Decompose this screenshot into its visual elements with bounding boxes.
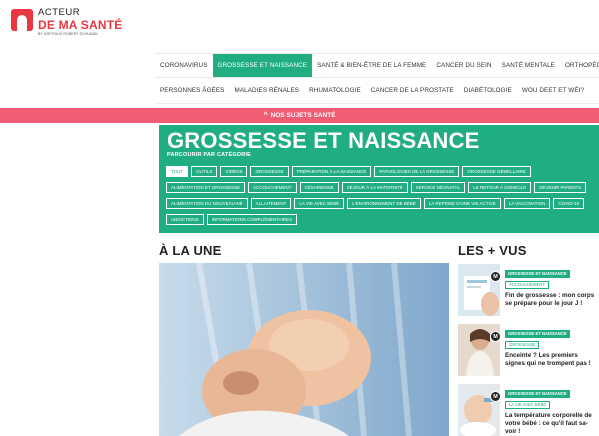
featured-heading: À LA UNE bbox=[159, 243, 222, 258]
logo-line-2: DE MA SANTÉ bbox=[38, 17, 123, 32]
nav-item-grossesse[interactable]: GROSSESSE ET NAISSANCE bbox=[212, 54, 313, 77]
filter-chip[interactable]: LA REPRISE D'UNE VIE ACTIVE bbox=[423, 198, 501, 209]
featured-article-image[interactable] bbox=[159, 263, 449, 436]
filter-chip[interactable]: COVID-19 bbox=[553, 198, 585, 209]
brand-m-icon: M bbox=[490, 271, 501, 282]
secondary-nav: PERSONNES ÂGÉES MALADIES RÉNALES RHUMATO… bbox=[155, 78, 599, 104]
nav-item-rhumatologie[interactable]: RHUMATOLOGIE bbox=[304, 87, 366, 94]
article-title[interactable]: La température corporelle de votre bébé … bbox=[505, 412, 597, 436]
filter-chip[interactable]: LA VIE AVEC BÉBÉ bbox=[294, 198, 345, 209]
article-subcategory[interactable]: GROSSESSE bbox=[505, 341, 540, 349]
popular-heading: LES + VUS bbox=[458, 243, 527, 258]
logo-line-3: BY HÔPITAUX ROBERT SCHUMAN bbox=[38, 31, 98, 36]
filter-chip[interactable]: ADDICTIONS bbox=[166, 214, 204, 225]
filter-chip[interactable]: OUTILS bbox=[191, 166, 218, 177]
nav-item-cancer-prostate[interactable]: CANCER DE LA PROSTATE bbox=[366, 87, 459, 94]
nav-item-maladies-renales[interactable]: MALADIES RÉNALES bbox=[230, 87, 305, 94]
logo-text: ACTEUR DE MA SANTÉ BY HÔPITAUX ROBERT SC… bbox=[38, 8, 122, 36]
filter-chip[interactable]: LA VACCINATION bbox=[503, 198, 551, 209]
filter-chip[interactable]: ACCOUCHEMENT bbox=[248, 182, 297, 193]
nav-item-cancer-sein[interactable]: CANCER DU SEIN bbox=[431, 54, 496, 77]
article-title[interactable]: Fin de grossesse : mon corps se prépare … bbox=[505, 292, 597, 308]
filter-chip[interactable]: CÉSARIENNE bbox=[299, 182, 339, 193]
article-category[interactable]: GROSSESSE ET NAISSANCE bbox=[505, 390, 570, 398]
filter-chip[interactable]: SÉJOUR À LA MATERNITÉ bbox=[341, 182, 408, 193]
article-category[interactable]: GROSSESSE ET NAISSANCE bbox=[505, 270, 570, 278]
nav-item-orthopedie[interactable]: ORTHOPÉDIE bbox=[560, 54, 599, 77]
nav-item-coronavirus[interactable]: CORONAVIRUS bbox=[155, 54, 213, 77]
filter-chip[interactable]: SERVICE NÉONATAL bbox=[410, 182, 466, 193]
filter-chip[interactable]: LE RETOUR À DOMICILE bbox=[468, 182, 532, 193]
primary-nav: CORONAVIRUS GROSSESSE ET NAISSANCE SANTÉ… bbox=[155, 53, 599, 78]
nav-item-sante-mentale[interactable]: SANTÉ MENTALE bbox=[497, 54, 560, 77]
filter-chip[interactable]: GROSSESSE bbox=[250, 166, 289, 177]
article-category[interactable]: GROSSESSE ET NAISSANCE bbox=[505, 330, 570, 338]
breastfeeding-photo bbox=[159, 263, 449, 436]
chevron-up-icon: ^ bbox=[263, 112, 268, 119]
filter-chip[interactable]: ALIMENTATION DU NOUVEAU-NÉ bbox=[166, 198, 248, 209]
nav-item-wou-deet[interactable]: WOU DEET ET WÉI? bbox=[517, 87, 589, 94]
nav-item-personnes-agees[interactable]: PERSONNES ÂGÉES bbox=[155, 87, 230, 94]
filter-chip[interactable]: GROSSESSE GÉMELLAIRE bbox=[462, 166, 531, 177]
filter-chip[interactable]: TOUT bbox=[166, 166, 189, 177]
filter-chip[interactable]: PATHOLOGIES DE LA GROSSESSE bbox=[374, 166, 460, 177]
article-subcategory[interactable]: ACCOUCHEMENT bbox=[505, 281, 549, 289]
article-title[interactable]: Enceinte ? Les premiers signes qui ne tr… bbox=[505, 352, 597, 368]
nav-item-sante-femme[interactable]: SANTÉ & BIEN-ÊTRE DE LA FEMME bbox=[312, 54, 431, 77]
brand-m-icon: M bbox=[490, 391, 501, 402]
brand-m-icon: M bbox=[490, 331, 501, 342]
filter-chip[interactable]: ALLAITEMENT bbox=[250, 198, 292, 209]
filter-chip[interactable]: L'ENVIRONNEMENT DE BÉBÉ bbox=[347, 198, 421, 209]
popular-article-card[interactable]: M GROSSESSE ET NAISSANCE LA VIE AVEC BÉB… bbox=[458, 384, 599, 436]
category-hero: GROSSESSE ET NAISSANCE PARCOURIR PAR CAT… bbox=[159, 125, 599, 233]
filter-chip[interactable]: PRÉPARATION À LA NAISSANCE bbox=[291, 166, 372, 177]
filter-chip[interactable]: VIDÉOS bbox=[220, 166, 248, 177]
page-title: GROSSESSE ET NAISSANCE bbox=[167, 128, 480, 153]
logo-mark-icon bbox=[11, 9, 33, 37]
health-subjects-label: NOS SUJETS SANTÉ bbox=[270, 112, 336, 119]
nav-item-diabetologie[interactable]: DIABÉTOLOGIE bbox=[459, 87, 517, 94]
filter-chip[interactable]: DEVENIR PARENTS bbox=[534, 182, 587, 193]
filter-chip[interactable]: INFORMATIONS COMPLÉMENTAIRES bbox=[206, 214, 298, 225]
logo-line-1: ACTEUR bbox=[38, 7, 81, 18]
popular-article-card[interactable]: M GROSSESSE ET NAISSANCE ACCOUCHEMENT Fi… bbox=[458, 264, 599, 316]
browse-by-category-label: PARCOURIR PAR CATÉGORIE bbox=[167, 152, 252, 158]
category-filters: TOUT OUTILS VIDÉOS GROSSESSE PRÉPARATION… bbox=[166, 166, 591, 230]
health-subjects-toggle[interactable]: ^ NOS SUJETS SANTÉ bbox=[0, 108, 599, 123]
article-subcategory[interactable]: LA VIE AVEC BÉBÉ bbox=[505, 401, 551, 409]
filter-chip[interactable]: ALIMENTATION ET GROSSESSE bbox=[166, 182, 246, 193]
popular-article-card[interactable]: M GROSSESSE ET NAISSANCE GROSSESSE Encei… bbox=[458, 324, 599, 376]
site-logo[interactable]: ACTEUR DE MA SANTÉ BY HÔPITAUX ROBERT SC… bbox=[11, 8, 122, 37]
